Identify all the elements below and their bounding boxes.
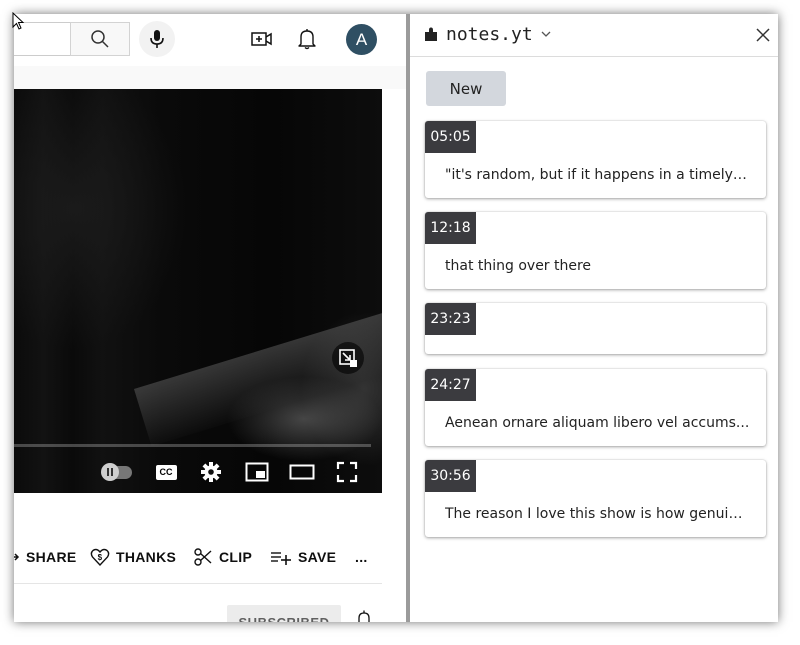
fullscreen-icon <box>336 461 358 483</box>
theater-mode-icon <box>289 464 315 480</box>
video-actions: SHARE $ THANKS CLIP SAVE ... <box>14 541 406 573</box>
note-timestamp[interactable]: 23:23 <box>425 303 476 335</box>
note-text[interactable]: The reason I love this show is how genui… <box>445 506 750 522</box>
note-timestamp[interactable]: 30:56 <box>425 460 476 492</box>
autoplay-knob <box>101 462 119 481</box>
page-background <box>14 66 406 89</box>
chevron-down-icon <box>541 31 551 37</box>
note-card[interactable]: 12:18 that thing over there <box>425 212 766 289</box>
note-timestamp[interactable]: 24:27 <box>425 369 476 401</box>
more-actions-button[interactable]: ... <box>355 541 368 573</box>
mouse-cursor-icon <box>12 12 25 30</box>
cc-icon: CC <box>155 464 177 480</box>
share-icon <box>14 553 20 561</box>
bell-icon <box>358 610 370 622</box>
note-text[interactable]: "it's random, but if it happens in a tim… <box>445 167 750 183</box>
notifications-button[interactable] <box>295 27 319 51</box>
thanks-button[interactable]: $ THANKS <box>90 541 176 573</box>
note-timestamp[interactable]: 12:18 <box>425 212 476 244</box>
youtube-header: A <box>14 14 406 66</box>
create-button[interactable] <box>250 27 274 51</box>
miniplayer-button[interactable] <box>332 342 364 374</box>
pause-icon <box>107 467 113 476</box>
mic-icon <box>150 30 164 48</box>
subscription-bell-button[interactable] <box>356 610 372 622</box>
more-icon: ... <box>355 549 368 565</box>
new-note-button[interactable]: New <box>426 71 506 106</box>
thanks-icon: $ <box>90 548 110 567</box>
close-icon <box>756 28 770 42</box>
notes-header: notes.yt <box>410 14 778 57</box>
bell-icon <box>298 29 316 50</box>
save-icon <box>271 552 291 565</box>
clip-label: CLIP <box>219 549 253 565</box>
note-card[interactable]: 30:56 The reason I love this show is how… <box>425 460 766 537</box>
share-button[interactable]: SHARE <box>14 541 77 573</box>
voice-search-button[interactable] <box>139 21 175 57</box>
note-card[interactable]: 24:27 Aenean ornare aliquam libero vel a… <box>425 369 766 446</box>
clip-icon <box>194 548 212 566</box>
note-timestamp[interactable]: 05:05 <box>425 121 476 153</box>
notes-title: notes.yt <box>446 23 533 45</box>
miniplayer-icon <box>339 349 357 367</box>
theater-mode-button[interactable] <box>289 458 315 486</box>
close-button[interactable] <box>753 25 773 45</box>
save-button[interactable]: SAVE <box>270 541 336 573</box>
miniplayer-control-button[interactable] <box>244 458 270 486</box>
save-label: SAVE <box>298 549 337 565</box>
settings-icon <box>201 462 221 482</box>
fullscreen-button[interactable] <box>335 458 359 486</box>
divider <box>14 583 382 584</box>
youtube-page: A CC SHARE $ THANKS CLIP SAVE ... <box>14 14 406 622</box>
subscribed-button[interactable]: SUBSCRIBED <box>227 605 341 622</box>
share-label: SHARE <box>26 549 77 565</box>
search-button[interactable] <box>70 22 130 56</box>
video-player[interactable]: CC <box>14 89 382 493</box>
puzzle-icon <box>425 27 437 41</box>
extension-menu[interactable]: notes.yt <box>424 23 551 45</box>
thanks-label: THANKS <box>116 549 177 565</box>
captions-button[interactable]: CC <box>154 458 178 486</box>
search-icon <box>91 30 109 48</box>
autoplay-track <box>101 462 132 481</box>
note-text[interactable]: Aenean ornare aliquam libero vel accums.… <box>445 415 750 431</box>
browser-window: A CC SHARE $ THANKS CLIP SAVE ... notes.… <box>14 14 778 622</box>
miniplayer-icon <box>245 462 269 482</box>
create-video-icon <box>251 32 272 46</box>
note-card[interactable]: 23:23 <box>425 303 766 354</box>
avatar[interactable]: A <box>346 24 377 55</box>
progress-bar[interactable] <box>14 444 371 447</box>
clip-button[interactable]: CLIP <box>193 541 252 573</box>
note-text[interactable]: that thing over there <box>445 258 750 274</box>
player-controls: CC <box>14 454 382 490</box>
note-card[interactable]: 05:05 "it's random, but if it happens in… <box>425 121 766 198</box>
svg-text:$: $ <box>98 553 103 562</box>
settings-button[interactable] <box>199 458 223 486</box>
notes-panel: notes.yt New 05:05 "it's random, but if … <box>410 14 778 622</box>
video-frame <box>14 89 382 493</box>
autoplay-toggle[interactable] <box>100 458 134 486</box>
